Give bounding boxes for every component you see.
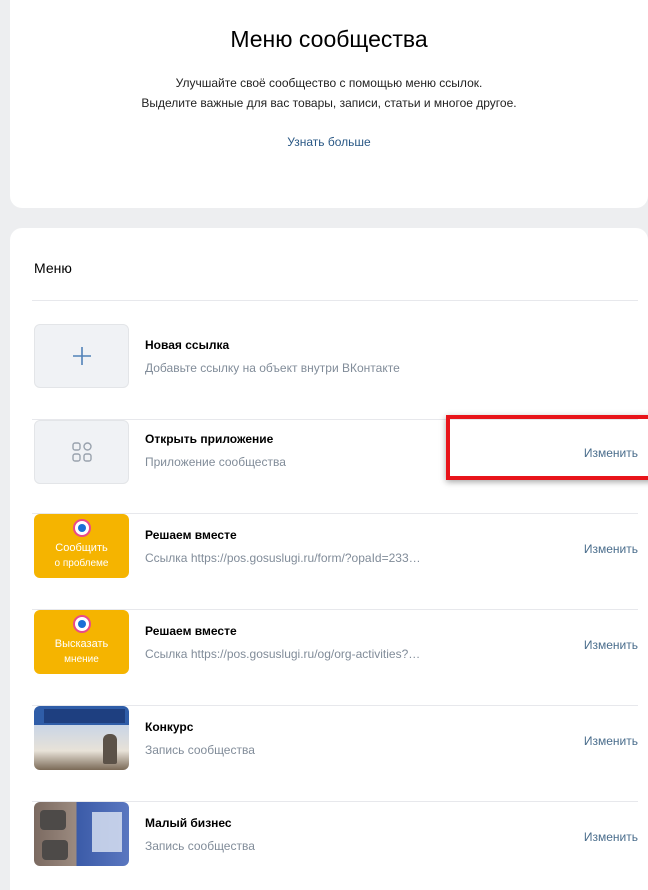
edit-button[interactable]: Изменить [584, 638, 638, 652]
menu-item-title: Открыть приложение [145, 432, 274, 446]
highlight-box [446, 415, 648, 480]
description-line-1: Улучшайте своё сообщество с помощью меню… [175, 76, 483, 90]
community-menu-info-card: Меню сообщества Улучшайте своё сообществ… [10, 0, 648, 208]
thumbnail-caption-line-1: Сообщить [55, 542, 108, 554]
menu-item-title: Малый бизнес [145, 816, 232, 830]
divider [32, 300, 638, 301]
menu-item-small-business[interactable]: Малый бизнес Запись сообщества Изменить [32, 802, 638, 890]
menu-item-title: Решаем вместе [145, 624, 237, 638]
thumbnail-caption-line-2: мнение [64, 654, 99, 665]
gosuslugi-logo-icon [72, 615, 91, 633]
menu-item-subtitle: Ссылка https://pos.gosuslugi.ru/form/?op… [145, 551, 425, 565]
menu-item-subtitle: Запись сообщества [145, 839, 255, 853]
menu-item-subtitle: Добавьте ссылку на объект внутри ВКонтак… [145, 361, 400, 375]
gosuslugi-report-thumbnail: Сообщить о проблеме [34, 514, 129, 578]
menu-item-contest[interactable]: Конкурс Запись сообщества Изменить [32, 706, 638, 802]
small-business-thumbnail [34, 802, 129, 866]
learn-more-label: Узнать больше [287, 135, 371, 149]
gosuslugi-opinion-thumbnail: Высказать мнение [34, 610, 129, 674]
thumbnail-figure [103, 734, 117, 764]
thumbnail-person [42, 840, 68, 860]
thumbnail-caption-line-1: Высказать [54, 638, 109, 650]
menu-item-subtitle: Приложение сообщества [145, 455, 286, 469]
menu-header: Меню [34, 260, 72, 276]
menu-item-report-problem[interactable]: Сообщить о проблеме Решаем вместе Ссылка… [32, 514, 638, 610]
thumbnail-person [40, 810, 66, 830]
menu-item-title: Новая ссылка [145, 338, 230, 352]
menu-item-new-link[interactable]: Новая ссылка Добавьте ссылку на объект в… [32, 324, 638, 420]
thumbnail-caption: Сообщить о проблеме [34, 541, 129, 571]
contest-thumbnail [34, 706, 129, 770]
menu-item-subtitle: Запись сообщества [145, 743, 255, 757]
thumbnail-caption: Высказать мнение [34, 637, 129, 667]
info-description: Улучшайте своё сообщество с помощью меню… [10, 73, 648, 113]
edit-button[interactable]: Изменить [584, 734, 638, 748]
menu-item-give-opinion[interactable]: Высказать мнение Решаем вместе Ссылка ht… [32, 610, 638, 706]
thumbnail-banner [44, 709, 125, 723]
apps-icon [34, 420, 129, 484]
plus-icon[interactable] [34, 324, 129, 388]
edit-button[interactable]: Изменить [584, 830, 638, 844]
gosuslugi-logo-icon [72, 519, 91, 537]
thumbnail-caption-line-2: о проблеме [54, 558, 109, 569]
menu-item-subtitle: Ссылка https://pos.gosuslugi.ru/og/org-a… [145, 647, 425, 661]
thumbnail-block [92, 812, 122, 852]
learn-more-link[interactable]: Узнать больше [10, 135, 648, 149]
menu-card: Меню Новая ссылка Добавьте ссылку на объ… [10, 228, 648, 890]
description-line-2: Выделите важные для вас товары, записи, … [141, 96, 517, 110]
menu-item-title: Решаем вместе [145, 528, 237, 542]
edit-button[interactable]: Изменить [584, 542, 638, 556]
menu-item-title: Конкурс [145, 720, 194, 734]
page-title: Меню сообщества [230, 26, 428, 52]
